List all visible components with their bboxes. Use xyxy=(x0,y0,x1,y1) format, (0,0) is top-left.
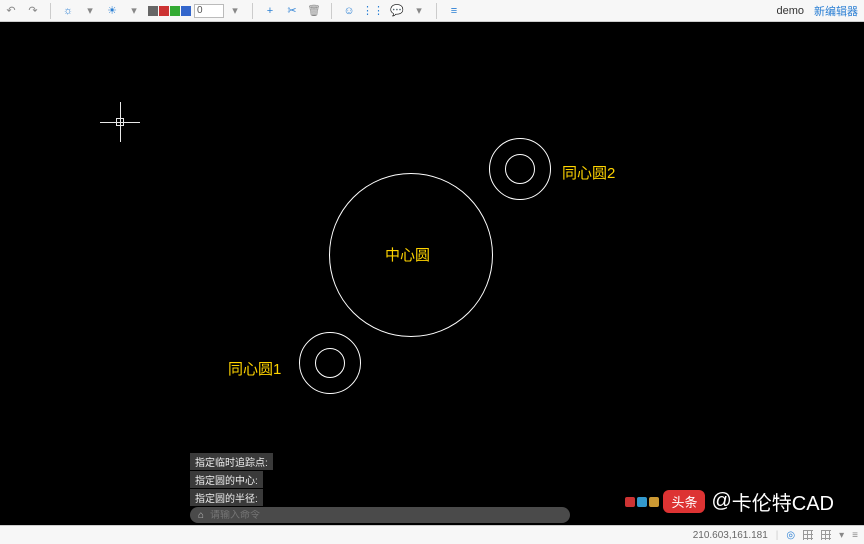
sun-icon[interactable]: ☀ xyxy=(103,2,121,20)
watermark-at: @ xyxy=(711,490,731,513)
color-swatches[interactable] xyxy=(148,6,191,16)
history-line: 指定圆的中心: xyxy=(190,471,263,488)
face-icon[interactable]: ☺ xyxy=(340,2,358,20)
drawing-canvas[interactable]: 中心圆 同心圆2 同心圆1 xyxy=(0,22,864,525)
separator xyxy=(436,3,437,19)
status-more[interactable]: ≡ xyxy=(852,530,858,541)
watermark: 头条 @ 卡伦特CAD xyxy=(625,487,834,516)
snap-toggle[interactable]: ◎ xyxy=(786,530,795,541)
command-input[interactable] xyxy=(210,510,562,521)
concentric-2-inner[interactable] xyxy=(505,154,535,184)
watermark-badge: 头条 xyxy=(663,490,705,513)
concentric-1-inner[interactable] xyxy=(315,348,345,378)
delete-icon[interactable]: 🗑 xyxy=(305,2,323,20)
separator xyxy=(331,3,332,19)
chevron-down-icon[interactable]: ▾ xyxy=(410,2,428,20)
command-bar[interactable]: ⌂ xyxy=(190,507,570,523)
status-chevron[interactable]: ▾ xyxy=(839,530,844,541)
settings-icon[interactable]: ≡ xyxy=(445,2,463,20)
coords-readout: 210.603,161.181 xyxy=(693,530,768,541)
undo-button[interactable]: ↶ xyxy=(2,2,20,20)
cursor-crosshair xyxy=(100,102,140,142)
cut-icon[interactable]: ✂ xyxy=(283,2,301,20)
history-line: 指定圆的半径: xyxy=(190,489,263,506)
chevron-down-icon[interactable]: ▾ xyxy=(81,2,99,20)
watermark-name: 卡伦特CAD xyxy=(732,487,834,516)
new-editor-link[interactable]: 新编辑器 xyxy=(814,3,858,19)
status-bar: 210.603,161.181 | ◎ ▾ ≡ xyxy=(0,525,864,544)
concentric-1-label: 同心圆1 xyxy=(228,358,281,379)
separator xyxy=(252,3,253,19)
separator xyxy=(50,3,51,19)
top-toolbar: ↶ ↷ ☼ ▾ ☀ ▾ 0 ▾ + ✂ 🗑 ☺ ⋮⋮ 💬 ▾ ≡ demo 新编… xyxy=(0,0,864,22)
redo-button[interactable]: ↷ xyxy=(24,2,42,20)
center-circle-label: 中心圆 xyxy=(385,244,430,265)
app-name: demo xyxy=(776,5,804,17)
cmd-icon: ⌂ xyxy=(198,510,204,521)
bulb-icon[interactable]: ☼ xyxy=(59,2,77,20)
add-icon[interactable]: + xyxy=(261,2,279,20)
dots-icon[interactable]: ⋮⋮ xyxy=(362,2,384,20)
chat-icon[interactable]: 💬 xyxy=(388,2,406,20)
history-line: 指定临时追踪点: xyxy=(190,453,273,470)
grid-toggle-2[interactable] xyxy=(821,530,831,540)
grid-toggle[interactable] xyxy=(803,530,813,540)
watermark-logo xyxy=(625,497,659,507)
chevron-down-icon[interactable]: ▾ xyxy=(226,2,244,20)
command-history: 指定临时追踪点: 指定圆的中心: 指定圆的半径: xyxy=(190,452,273,506)
concentric-2-label: 同心圆2 xyxy=(562,162,615,183)
opacity-input[interactable]: 0 xyxy=(194,4,224,18)
chevron-down-icon[interactable]: ▾ xyxy=(125,2,143,20)
